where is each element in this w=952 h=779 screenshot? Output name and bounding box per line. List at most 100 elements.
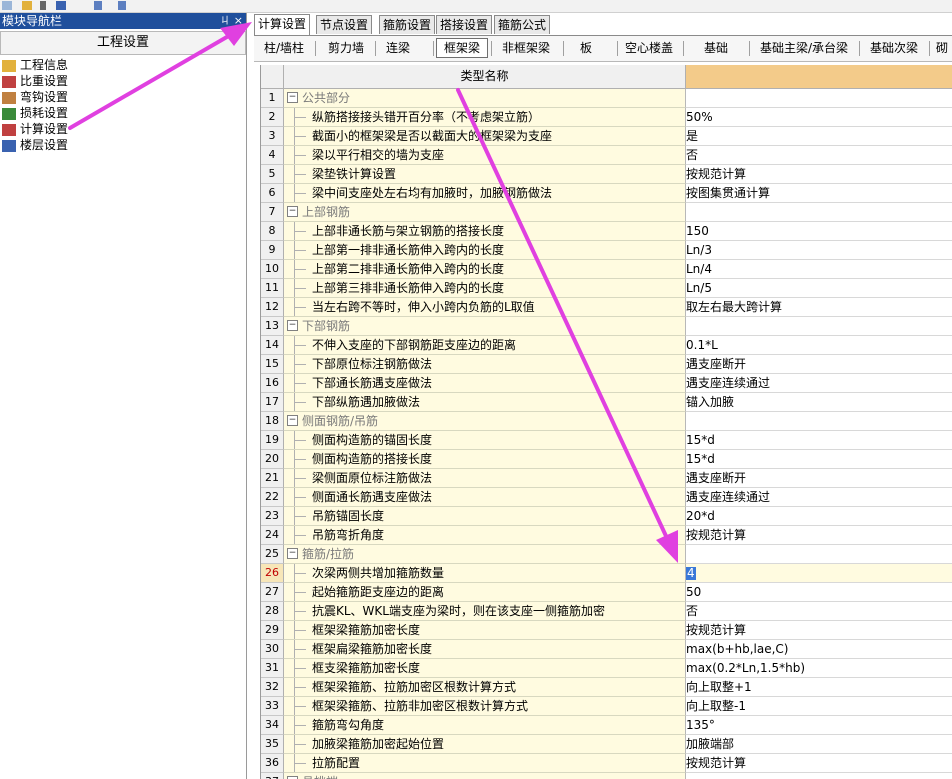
setting-value-cell[interactable]: 按规范计算 [686, 165, 952, 184]
setting-value-cell[interactable]: 按图集贯通计算 [686, 184, 952, 203]
table-row[interactable]: 3 截面小的框架梁是否以截面大的框架梁为支座 是 [261, 127, 952, 146]
category-3[interactable]: 连梁 [378, 39, 418, 57]
table-row[interactable]: 9 上部第一排非通长筋伸入跨内的长度 Ln/3 [261, 241, 952, 260]
setting-value-cell[interactable]: 加腋端部 [686, 735, 952, 754]
setting-value-cell[interactable]: 是 [686, 127, 952, 146]
table-row[interactable]: 2 纵筋搭接接头错开百分率（不考虑架立筋） 50% [261, 108, 952, 127]
collapse-icon[interactable]: − [287, 415, 298, 426]
tab-5[interactable]: 箍筋公式 [494, 15, 551, 34]
collapse-icon[interactable]: − [287, 548, 298, 559]
setting-value-cell[interactable]: 15*d [686, 431, 952, 450]
table-row[interactable]: 17 下部纵筋遇加腋做法 锚入加腋 [261, 393, 952, 412]
table-row[interactable]: 34 箍筋弯勾角度 135° [261, 716, 952, 735]
category-1[interactable]: 柱/墙柱 [256, 39, 312, 57]
table-row[interactable]: 28 抗震KL、WKL端支座为梁时，则在该支座一侧箍筋加密 否 [261, 602, 952, 621]
nav-item-1[interactable]: 工程信息 [2, 57, 68, 73]
table-row[interactable]: 33 框架梁箍筋、拉筋非加密区根数计算方式 向上取整-1 [261, 697, 952, 716]
table-row[interactable]: 10 上部第二排非通长筋伸入跨内的长度 Ln/4 [261, 260, 952, 279]
setting-value-cell[interactable]: 遇支座断开 [686, 469, 952, 488]
table-row[interactable]: 24 吊筋弯折角度 按规范计算 [261, 526, 952, 545]
undo-icon[interactable] [94, 1, 102, 10]
setting-value-cell[interactable]: 取左右最大跨计算 [686, 298, 952, 317]
setting-value-cell[interactable]: Ln/4 [686, 260, 952, 279]
open-folder-icon[interactable] [22, 1, 32, 10]
setting-value-cell[interactable]: Ln/3 [686, 241, 952, 260]
setting-value-cell[interactable]: max(0.2*Ln,1.5*hb) [686, 659, 952, 678]
table-row[interactable]: 14 不伸入支座的下部钢筋距支座边的距离 0.1*L [261, 336, 952, 355]
table-row[interactable]: 20 侧面构造筋的搭接长度 15*d [261, 450, 952, 469]
setting-value-cell[interactable]: 锚入加腋 [686, 393, 952, 412]
table-row[interactable]: 5 梁垫铁计算设置 按规范计算 [261, 165, 952, 184]
table-row[interactable]: 31 框支梁箍筋加密长度 max(0.2*Ln,1.5*hb) [261, 659, 952, 678]
nav-item-3[interactable]: 弯钩设置 [2, 89, 68, 105]
dropdown-arrow-icon[interactable] [40, 1, 46, 10]
table-row[interactable]: 11 上部第三排非通长筋伸入跨内的长度 Ln/5 [261, 279, 952, 298]
setting-value-cell[interactable]: 20*d [686, 507, 952, 526]
setting-value-input[interactable]: 4 [686, 564, 952, 583]
save-icon[interactable] [56, 1, 66, 10]
redo-icon[interactable] [118, 1, 126, 10]
setting-value-cell[interactable]: 否 [686, 146, 952, 165]
setting-value-cell[interactable]: 向上取整+1 [686, 678, 952, 697]
setting-value-cell[interactable] [686, 773, 952, 779]
close-icon[interactable]: × [232, 13, 243, 29]
setting-value-cell[interactable] [686, 89, 952, 108]
table-row[interactable]: 30 框架扁梁箍筋加密长度 max(b+hb,lae,C) [261, 640, 952, 659]
table-row[interactable]: 16 下部通长筋遇支座做法 遇支座连续通过 [261, 374, 952, 393]
nav-item-4[interactable]: 损耗设置 [2, 105, 68, 121]
editing-value[interactable]: 4 [686, 567, 696, 580]
category-9[interactable]: 基础主梁/承台梁 [752, 39, 856, 57]
nav-item-5[interactable]: 计算设置 [2, 121, 68, 137]
setting-value-cell[interactable]: 50% [686, 108, 952, 127]
group-row[interactable]: 7− 上部钢筋 [261, 203, 952, 222]
table-row[interactable]: 12 当左右跨不等时，伸入小跨内负筋的L取值 取左右最大跨计算 [261, 298, 952, 317]
table-row[interactable]: 21 梁侧面原位标注筋做法 遇支座断开 [261, 469, 952, 488]
setting-value-cell[interactable]: 135° [686, 716, 952, 735]
category-6[interactable]: 板 [566, 39, 606, 57]
setting-value-cell[interactable]: Ln/5 [686, 279, 952, 298]
pin-icon[interactable]: ㄐ [218, 14, 230, 30]
setting-value-cell[interactable]: max(b+hb,lae,C) [686, 640, 952, 659]
group-row[interactable]: 18− 侧面钢筋/吊筋 [261, 412, 952, 431]
setting-value-cell[interactable]: 遇支座连续通过 [686, 374, 952, 393]
setting-value-cell[interactable]: 0.1*L [686, 336, 952, 355]
table-row[interactable]: 36 拉筋配置 按规范计算 [261, 754, 952, 773]
category-8[interactable]: 基础 [686, 39, 746, 57]
table-row[interactable]: 32 框架梁箍筋、拉筋加密区根数计算方式 向上取整+1 [261, 678, 952, 697]
nav-item-2[interactable]: 比重设置 [2, 73, 68, 89]
group-row[interactable]: 1− 公共部分 [261, 89, 952, 108]
setting-value-cell[interactable]: 遇支座连续通过 [686, 488, 952, 507]
setting-value-cell[interactable]: 按规范计算 [686, 754, 952, 773]
table-row[interactable]: 26 次梁两侧共增加箍筋数量 4 [261, 564, 952, 583]
setting-value-cell[interactable]: 15*d [686, 450, 952, 469]
setting-value-cell[interactable] [686, 545, 952, 564]
setting-value-cell[interactable]: 150 [686, 222, 952, 241]
collapse-icon[interactable]: − [287, 206, 298, 217]
setting-value-cell[interactable] [686, 203, 952, 222]
table-row[interactable]: 15 下部原位标注钢筋做法 遇支座断开 [261, 355, 952, 374]
table-row[interactable]: 6 梁中间支座处左右均有加腋时，加腋钢筋做法 按图集贯通计算 [261, 184, 952, 203]
group-row[interactable]: 25− 箍筋/拉筋 [261, 545, 952, 564]
setting-value-cell[interactable]: 遇支座断开 [686, 355, 952, 374]
tab-3[interactable]: 箍筋设置 [379, 15, 436, 34]
new-icon[interactable] [2, 1, 12, 10]
table-row[interactable]: 8 上部非通长筋与架立钢筋的搭接长度 150 [261, 222, 952, 241]
setting-value-cell[interactable]: 按规范计算 [686, 526, 952, 545]
category-11[interactable]: 砌 [932, 39, 952, 57]
category-4[interactable]: 框架梁 [436, 38, 488, 58]
table-row[interactable]: 35 加腋梁箍筋加密起始位置 加腋端部 [261, 735, 952, 754]
category-2[interactable]: 剪力墙 [318, 39, 374, 57]
table-row[interactable]: 4 梁以平行相交的墙为支座 否 [261, 146, 952, 165]
table-row[interactable]: 27 起始箍筋距支座边的距离 50 [261, 583, 952, 602]
group-row[interactable]: 37−悬挑端 [261, 773, 952, 779]
table-row[interactable]: 19 侧面构造筋的锚固长度 15*d [261, 431, 952, 450]
table-row[interactable]: 23 吊筋锚固长度 20*d [261, 507, 952, 526]
setting-value-cell[interactable]: 按规范计算 [686, 621, 952, 640]
nav-item-6[interactable]: 楼层设置 [2, 137, 68, 153]
navigator-section-header[interactable]: 工程设置 [0, 31, 246, 55]
setting-value-cell[interactable]: 否 [686, 602, 952, 621]
category-10[interactable]: 基础次梁 [862, 39, 926, 57]
category-5[interactable]: 非框架梁 [494, 39, 558, 57]
group-row[interactable]: 13− 下部钢筋 [261, 317, 952, 336]
collapse-icon[interactable]: − [287, 92, 298, 103]
